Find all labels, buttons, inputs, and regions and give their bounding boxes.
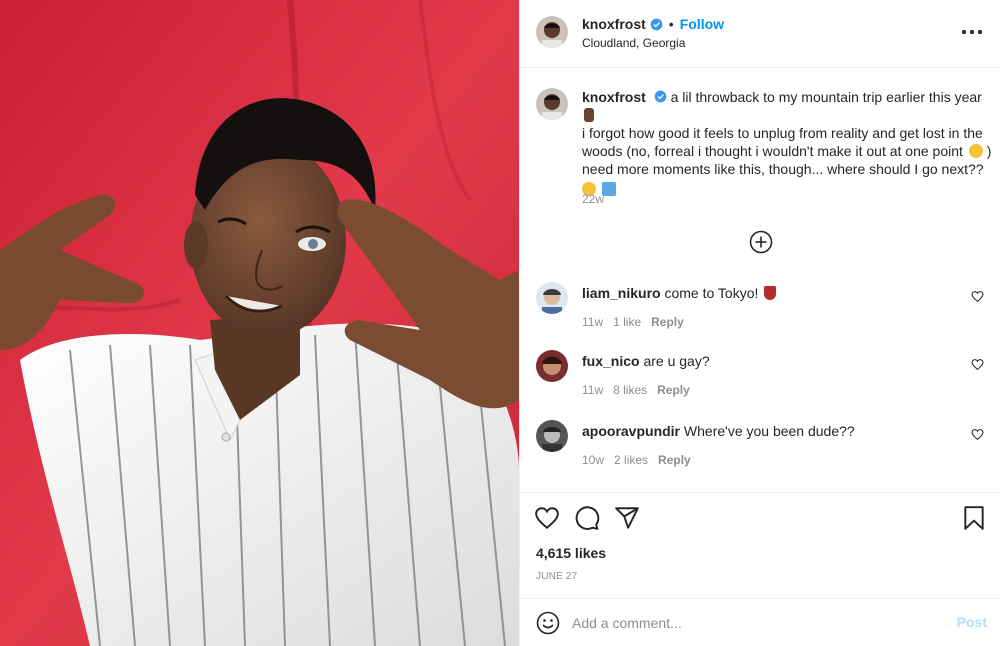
author-avatar[interactable] (536, 16, 568, 48)
comment-icon[interactable] (574, 505, 600, 531)
comment-time[interactable]: 10w (582, 453, 604, 467)
comment-username[interactable]: liam_nikuro (582, 285, 661, 301)
caption-avatar-image (536, 88, 568, 120)
caption-username[interactable]: knoxfrost (582, 89, 646, 105)
comment-meta: 11w 1 like Reply (582, 315, 684, 329)
heart-icon[interactable] (534, 505, 560, 531)
bookmark-icon[interactable] (961, 505, 987, 531)
reply-button[interactable]: Reply (658, 453, 691, 467)
comment-username[interactable]: apooravpundir (582, 423, 680, 439)
fingers-crossed-emoji-icon (584, 108, 594, 122)
comment-text: fux_nico are u gay? (582, 352, 710, 370)
more-options-icon[interactable] (961, 22, 985, 42)
comment-meta: 11w 8 likes Reply (582, 383, 690, 397)
author-line: knoxfrost • Follow (582, 16, 724, 32)
follow-button[interactable]: Follow (680, 16, 724, 32)
post-location[interactable]: Cloudland, Georgia (582, 36, 685, 50)
commenter-avatar-image (536, 282, 568, 314)
comment-likes[interactable]: 1 like (613, 315, 641, 329)
smile-icon[interactable] (536, 611, 560, 635)
grinning-sweat-emoji-icon (968, 144, 983, 158)
comment-item: fux_nico are u gay? 11w 8 likes Reply (536, 350, 996, 410)
comment-time[interactable]: 11w (582, 315, 603, 329)
comment-body: come to Tokyo! (664, 285, 759, 301)
comment-text: liam_nikuro come to Tokyo! (582, 284, 777, 302)
comment-heart-icon[interactable] (971, 428, 984, 441)
commenter-avatar-image (536, 420, 568, 452)
verified-badge-icon (650, 18, 663, 30)
caption-avatar[interactable] (536, 88, 568, 120)
mount-fuji-emoji-icon (764, 286, 777, 300)
plus-circle-icon[interactable] (749, 230, 773, 254)
comment-likes[interactable]: 2 likes (614, 453, 648, 467)
caption-close-paren: ) (986, 143, 992, 159)
caption-emoji-row (582, 180, 992, 198)
comment-likes[interactable]: 8 likes (613, 383, 647, 397)
caption-line-3: need more moments like this, though... w… (582, 161, 984, 177)
post-photo[interactable] (0, 0, 519, 646)
add-comment-bar: Post (520, 598, 1000, 646)
post-date[interactable]: JUNE 27 (536, 571, 577, 582)
commenter-avatar[interactable] (536, 282, 568, 314)
comment-heart-icon[interactable] (971, 290, 984, 303)
author-username[interactable]: knoxfrost (582, 16, 646, 32)
comment-username[interactable]: fux_nico (582, 353, 640, 369)
comment-text: apooravpundir Where've you been dude?? (582, 422, 855, 440)
comment-meta: 10w 2 likes Reply (582, 453, 691, 467)
photo-illustration (0, 0, 519, 646)
instagram-post: knoxfrost • Follow Cloudland, Georgia kn… (0, 0, 1000, 646)
comment-item: apooravpundir Where've you been dude?? 1… (536, 420, 996, 480)
post-comment-button[interactable]: Post (957, 614, 987, 630)
caption-time[interactable]: 22w (582, 192, 604, 206)
share-icon[interactable] (614, 505, 640, 531)
comment-body: Where've you been dude?? (683, 423, 855, 439)
comment-item: liam_nikuro come to Tokyo! 11w 1 like Re… (536, 282, 996, 342)
comment-heart-icon[interactable] (971, 358, 984, 371)
separator-dot: • (668, 16, 674, 32)
author-avatar-image (536, 16, 568, 48)
likes-count[interactable]: 4,615 likes (536, 545, 606, 561)
caption-line-1: a lil throwback to my mountain trip earl… (670, 89, 982, 105)
post-header: knoxfrost • Follow Cloudland, Georgia (520, 0, 1000, 68)
comment-body: are u gay? (643, 353, 710, 369)
reply-button[interactable]: Reply (651, 315, 684, 329)
add-comment-input[interactable] (572, 611, 942, 635)
commenter-avatar-image (536, 350, 568, 382)
reply-button[interactable]: Reply (657, 383, 690, 397)
verified-badge-icon (654, 90, 667, 103)
post-side-panel: knoxfrost • Follow Cloudland, Georgia kn… (519, 0, 1000, 646)
comment-time[interactable]: 11w (582, 383, 603, 397)
caption-line-2: i forgot how good it feels to unplug fro… (582, 125, 983, 159)
caption-text: knoxfrost a lil throwback to my mountain… (582, 88, 992, 198)
commenter-avatar[interactable] (536, 420, 568, 452)
commenter-avatar[interactable] (536, 350, 568, 382)
